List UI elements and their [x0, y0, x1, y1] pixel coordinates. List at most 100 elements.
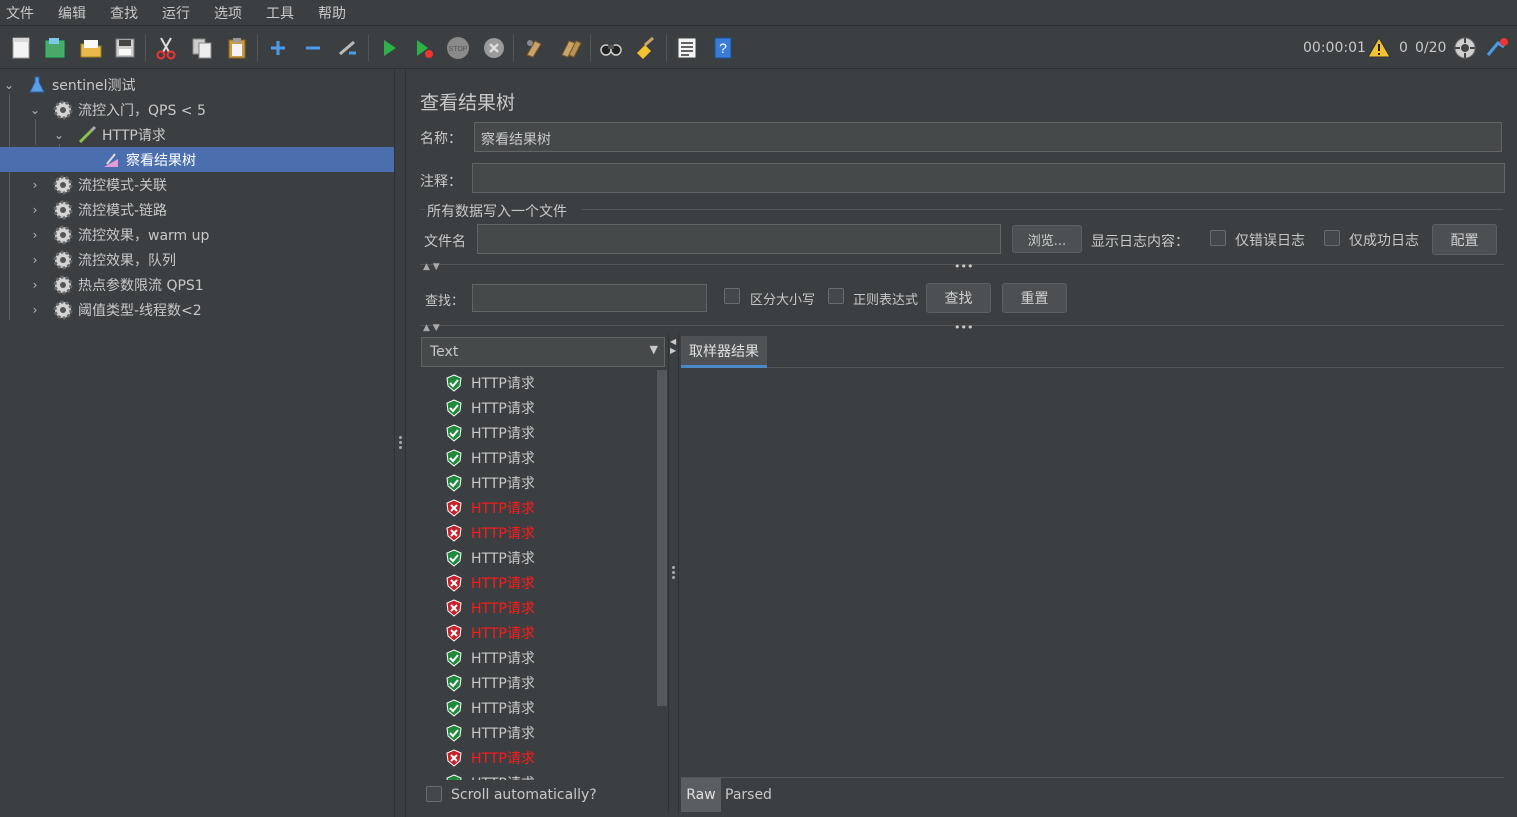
- menu-tools[interactable]: 工具: [266, 3, 304, 23]
- paste-icon[interactable]: [222, 33, 252, 63]
- menu-run[interactable]: 运行: [162, 3, 200, 23]
- result-row[interactable]: HTTP请求: [445, 520, 535, 545]
- result-row[interactable]: HTTP请求: [445, 745, 535, 770]
- renderer-select[interactable]: Text ▼: [421, 337, 665, 367]
- copy-icon[interactable]: [187, 33, 217, 63]
- result-row[interactable]: HTTP请求: [445, 395, 535, 420]
- gear-icon: [52, 174, 74, 196]
- search-field[interactable]: [472, 284, 707, 312]
- reset-search-icon[interactable]: [631, 33, 661, 63]
- scroll-auto-checkbox[interactable]: [426, 786, 442, 802]
- result-row[interactable]: HTTP请求: [445, 620, 535, 645]
- result-row[interactable]: HTTP请求: [445, 370, 535, 395]
- name-field[interactable]: 察看结果树: [474, 122, 1502, 152]
- stop-icon[interactable]: STOP: [443, 33, 473, 63]
- search-icon[interactable]: [596, 33, 626, 63]
- start-icon[interactable]: [374, 33, 404, 63]
- tab-sampler-result[interactable]: 取样器结果: [681, 336, 767, 368]
- result-row-label: HTTP请求: [471, 525, 535, 542]
- success-only-checkbox[interactable]: [1324, 230, 1340, 246]
- function-helper-icon[interactable]: [672, 33, 702, 63]
- splitter-handle[interactable]: [672, 566, 675, 581]
- open-icon[interactable]: [76, 33, 106, 63]
- result-row[interactable]: HTTP请求: [445, 445, 535, 470]
- tree-node-thread-group[interactable]: ⌄ 流控入门，QPS < 5: [0, 97, 394, 122]
- save-icon[interactable]: [110, 33, 140, 63]
- result-row[interactable]: HTTP请求: [445, 670, 535, 695]
- comment-field[interactable]: [472, 163, 1505, 193]
- chevron-right-icon[interactable]: ›: [28, 228, 42, 242]
- clear-icon[interactable]: [519, 33, 549, 63]
- clear-all-icon[interactable]: [555, 33, 585, 63]
- tree-node-test-plan[interactable]: ⌄ sentinel测试: [0, 72, 394, 97]
- regex-checkbox[interactable]: [828, 288, 844, 304]
- help-icon[interactable]: ?: [708, 33, 738, 63]
- result-row[interactable]: HTTP请求: [445, 420, 535, 445]
- tab-parsed[interactable]: Parsed: [725, 778, 772, 812]
- result-row[interactable]: HTTP请求: [445, 545, 535, 570]
- tree-node-thread-group[interactable]: › 流控模式-链路: [0, 197, 394, 222]
- tree-node-http-sampler[interactable]: ⌄ HTTP请求: [0, 122, 394, 147]
- remote-status-icon[interactable]: [1450, 33, 1480, 63]
- result-splitter[interactable]: ◀ ▶: [668, 333, 679, 813]
- collapse-arrows-icon[interactable]: ▲ ▼: [423, 262, 440, 272]
- menu-search[interactable]: 查找: [110, 3, 148, 23]
- new-icon[interactable]: [6, 33, 36, 63]
- start-no-pause-icon[interactable]: [408, 33, 438, 63]
- splitter-handle[interactable]: [399, 436, 402, 451]
- result-row[interactable]: HTTP请求: [445, 470, 535, 495]
- tree-node-thread-group[interactable]: › 流控效果，队列: [0, 247, 394, 272]
- chevron-down-icon[interactable]: ⌄: [2, 78, 16, 92]
- menu-edit[interactable]: 编辑: [58, 3, 96, 23]
- tree-node-thread-group[interactable]: › 流控模式-关联: [0, 172, 394, 197]
- find-button[interactable]: 查找: [926, 283, 991, 313]
- result-row[interactable]: HTTP请求: [445, 595, 535, 620]
- split-handle-icon[interactable]: •••: [954, 260, 973, 273]
- chevron-right-icon[interactable]: ›: [28, 303, 42, 317]
- tree-node-result-tree[interactable]: 察看结果树: [0, 147, 394, 172]
- gear-icon: [52, 224, 74, 246]
- log-viewer-icon[interactable]: [1482, 33, 1512, 63]
- filename-label: 文件名: [424, 234, 466, 250]
- configure-button[interactable]: 配置: [1432, 224, 1497, 255]
- toggle-icon[interactable]: [333, 33, 363, 63]
- case-sensitive-checkbox[interactable]: [724, 288, 740, 304]
- result-row[interactable]: HTTP请求: [445, 645, 535, 670]
- errors-only-checkbox[interactable]: [1210, 230, 1226, 246]
- result-row[interactable]: HTTP请求: [445, 695, 535, 720]
- tree-node-thread-group[interactable]: › 热点参数限流 QPS1: [0, 272, 394, 297]
- result-row[interactable]: HTTP请求: [445, 495, 535, 520]
- templates-icon[interactable]: [40, 33, 70, 63]
- menu-help[interactable]: 帮助: [318, 3, 356, 23]
- result-row[interactable]: HTTP请求: [445, 720, 535, 745]
- tab-raw[interactable]: Raw: [681, 778, 721, 812]
- page-title: 查看结果树: [420, 92, 516, 114]
- reset-button[interactable]: 重置: [1002, 283, 1067, 313]
- menu-file[interactable]: 文件: [6, 3, 44, 23]
- warning-icon[interactable]: [1364, 33, 1394, 63]
- split-handle-icon[interactable]: •••: [954, 321, 973, 334]
- result-row[interactable]: HTTP请求: [445, 770, 535, 780]
- result-list[interactable]: HTTP请求 HTTP请求 HTTP请求 HTTP请求 HTTP请求 HTTP请求 HTTP…: [421, 370, 657, 780]
- chevron-right-icon[interactable]: ›: [28, 253, 42, 267]
- tree-node-thread-group[interactable]: › 流控效果，warm up: [0, 222, 394, 247]
- collapse-icon[interactable]: [298, 33, 328, 63]
- chevron-right-icon[interactable]: ›: [28, 203, 42, 217]
- chevron-right-icon[interactable]: ›: [28, 278, 42, 292]
- tree-node-thread-group[interactable]: › 阈值类型-线程数<2: [0, 297, 394, 322]
- collapse-arrows-icon[interactable]: ◀ ▶: [670, 337, 676, 355]
- collapse-arrows-icon[interactable]: ▲ ▼: [423, 323, 440, 333]
- result-list-scrollbar[interactable]: [657, 370, 667, 706]
- chevron-down-icon[interactable]: ⌄: [28, 103, 42, 117]
- shutdown-icon[interactable]: [479, 33, 509, 63]
- menu-bar: 文件 编辑 查找 运行 选项 工具 帮助: [0, 0, 1517, 26]
- expand-icon[interactable]: [263, 33, 293, 63]
- menu-options[interactable]: 选项: [214, 3, 252, 23]
- result-row[interactable]: HTTP请求: [445, 570, 535, 595]
- browse-button[interactable]: 浏览...: [1012, 225, 1082, 253]
- chevron-down-icon[interactable]: ⌄: [52, 128, 66, 142]
- filename-field[interactable]: [477, 224, 1001, 254]
- cut-icon[interactable]: [151, 33, 181, 63]
- panel-splitter[interactable]: [394, 70, 406, 817]
- chevron-right-icon[interactable]: ›: [28, 178, 42, 192]
